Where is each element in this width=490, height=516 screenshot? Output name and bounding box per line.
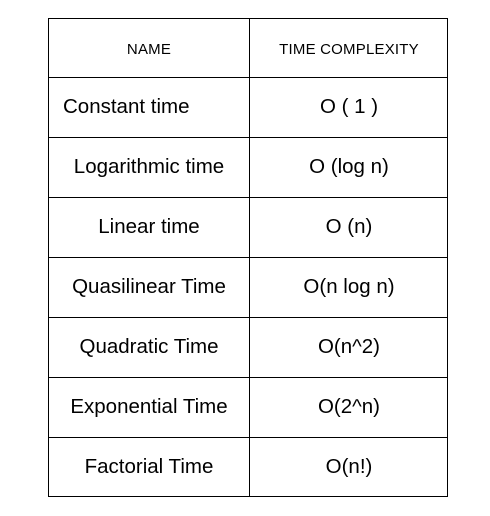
row-name: Exponential Time [70, 395, 228, 418]
row-name: Constant time [63, 95, 190, 118]
table-row: Quadratic Time O(n^2) [49, 317, 447, 377]
table-row: Constant time O ( 1 ) [49, 77, 447, 137]
table-row: Logarithmic time O (log n) [49, 137, 447, 197]
header-row: NAME TIME COMPLEXITY [49, 19, 447, 79]
row-complexity: O (log n) [309, 155, 389, 178]
table-row: Quasilinear Time O(n log n) [49, 257, 447, 317]
row-complexity: O(n log n) [303, 275, 395, 298]
table-row: Factorial Time O(n!) [49, 437, 447, 497]
row-complexity: O (n) [325, 215, 373, 238]
table-row: Exponential Time O(2^n) [49, 377, 447, 437]
row-complexity: O ( 1 ) [319, 95, 379, 118]
row-complexity: O(n!) [325, 455, 373, 478]
row-complexity: O(2^n) [317, 395, 381, 418]
complexity-table: NAME TIME COMPLEXITY Constant time O ( 1… [48, 18, 448, 497]
row-complexity: O(n^2) [317, 335, 381, 358]
row-name: Factorial Time [84, 455, 214, 478]
header-name: NAME [126, 40, 172, 58]
row-name: Quadratic Time [79, 335, 219, 358]
row-name: Logarithmic time [73, 155, 225, 178]
row-name: Linear time [98, 215, 200, 238]
row-name: Quasilinear Time [72, 275, 226, 298]
table-row: Linear time O (n) [49, 197, 447, 257]
header-time-complexity: TIME COMPLEXITY [279, 40, 419, 58]
